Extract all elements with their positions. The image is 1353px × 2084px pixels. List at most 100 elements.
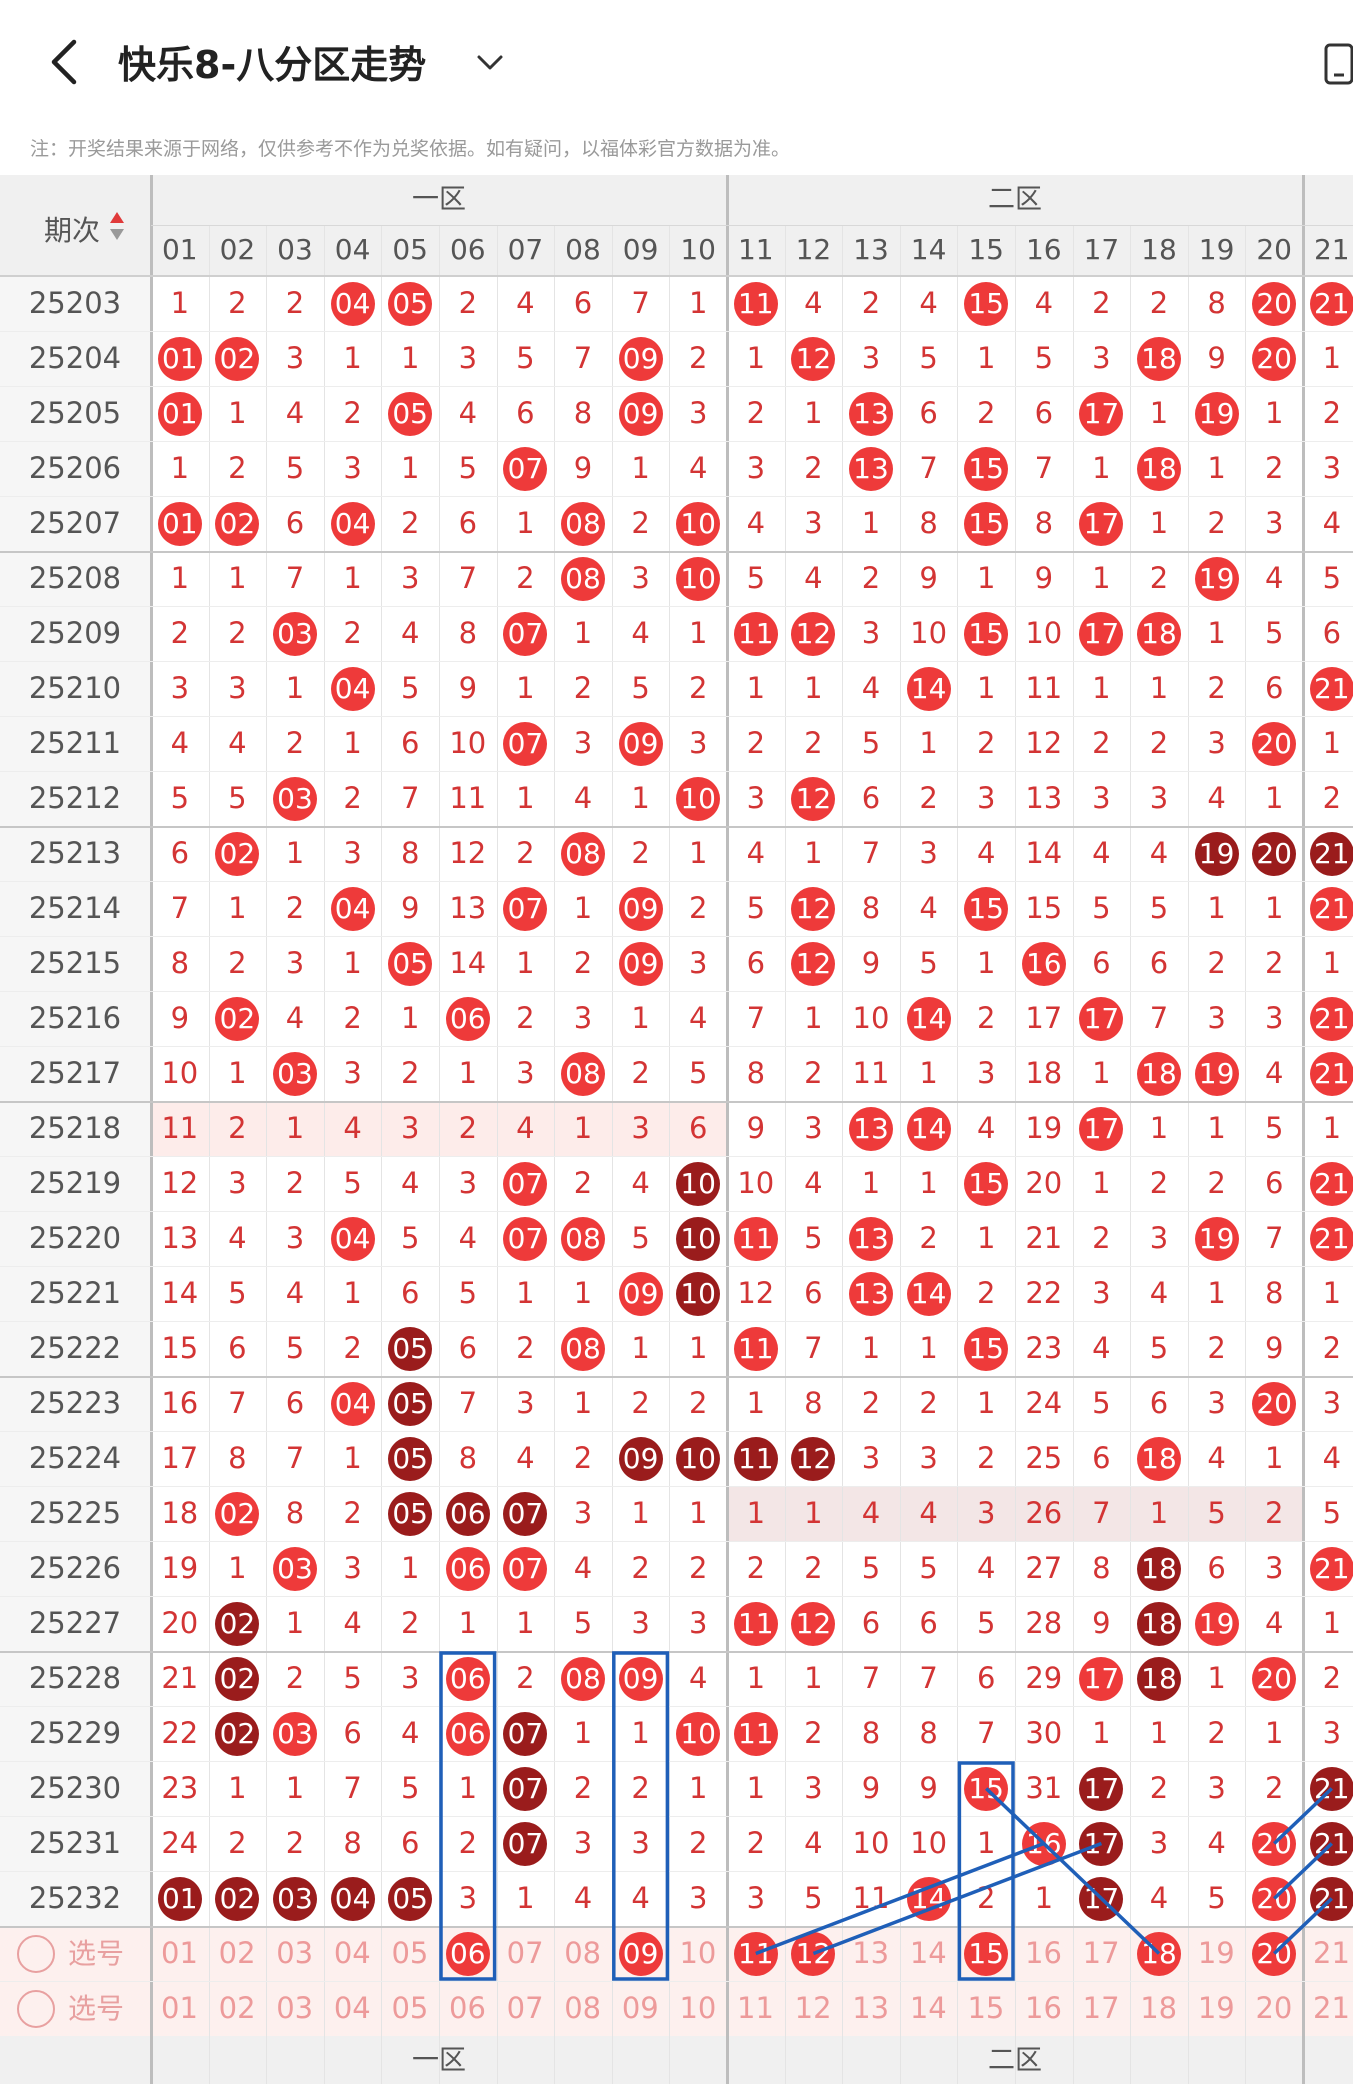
miss-count: 8 [458, 616, 478, 650]
selected-number-ball[interactable]: 15 [964, 1931, 1009, 1976]
selected-number-ball[interactable]: 06 [445, 1931, 490, 1976]
miss-count: 4 [1207, 1441, 1226, 1475]
miss-count: 1 [746, 341, 766, 375]
pick-row-checkbox[interactable] [17, 1934, 55, 1973]
pick-number[interactable]: 04 [324, 1926, 381, 1981]
miss-count: 3 [1207, 726, 1226, 760]
drawn-ball: 03 [273, 1711, 317, 1756]
pick-number[interactable]: 18 [1130, 1981, 1187, 2036]
miss-count: 3 [458, 1881, 478, 1915]
drawn-ball: 19 [1194, 391, 1239, 436]
miss-count: 1 [343, 1276, 362, 1310]
pick-number[interactable]: 08 [554, 1926, 611, 1981]
pick-number[interactable]: 13 [842, 1981, 899, 2036]
pick-number[interactable]: 16 [1015, 1981, 1072, 2036]
drawn-ball: 21 [1309, 886, 1353, 931]
pick-number[interactable]: 15 [957, 1981, 1014, 2036]
phone-icon[interactable] [1322, 42, 1353, 86]
miss-count: 1 [1322, 946, 1342, 980]
miss-count: 1 [1149, 396, 1169, 430]
pick-number[interactable]: 03 [266, 1926, 323, 1981]
miss-count: 4 [1207, 1826, 1226, 1860]
miss-count: 8 [228, 1441, 247, 1475]
pick-number[interactable]: 01 [151, 1926, 208, 1981]
miss-count: 2 [688, 1386, 708, 1420]
drawn-ball-repeat: 05 [388, 1381, 433, 1426]
drawn-ball: 01 [157, 391, 202, 436]
selected-number-ball[interactable]: 11 [733, 1931, 778, 1976]
miss-count: 6 [746, 946, 766, 980]
miss-count: 2 [1322, 781, 1342, 815]
miss-count: 2 [631, 1056, 650, 1090]
group-divider [0, 826, 1353, 828]
pick-number[interactable]: 07 [497, 1926, 554, 1981]
pick-number[interactable]: 10 [669, 1926, 726, 1981]
drawn-ball-repeat: 02 [215, 1601, 260, 1646]
miss-count: 2 [1207, 946, 1226, 980]
pick-number[interactable]: 05 [381, 1981, 438, 2036]
pick-number[interactable]: 17 [1073, 1926, 1130, 1981]
selected-number-ball[interactable]: 09 [618, 1931, 663, 1976]
selected-number-ball[interactable]: 18 [1137, 1931, 1181, 1976]
pick-number[interactable]: 12 [785, 1981, 842, 2036]
miss-count: 2 [573, 671, 593, 705]
pick-number[interactable]: 05 [381, 1926, 438, 1981]
chevron-down-icon[interactable] [472, 44, 508, 80]
pick-number[interactable]: 14 [900, 1926, 957, 1981]
miss-count: 4 [285, 1276, 305, 1310]
pick-number[interactable]: 10 [669, 1981, 726, 2036]
pick-number[interactable]: 01 [151, 1981, 208, 2036]
pick-number[interactable]: 08 [554, 1981, 611, 2036]
pick-number[interactable]: 09 [612, 1981, 669, 2036]
pick-number[interactable]: 21 [1303, 1981, 1353, 2036]
miss-count: 4 [919, 891, 938, 925]
miss-count: 7 [343, 1771, 362, 1805]
drawn-ball-repeat: 07 [503, 1766, 548, 1811]
miss-count: 3 [688, 396, 708, 430]
pick-number[interactable]: 14 [900, 1981, 957, 2036]
pick-number[interactable]: 07 [497, 1981, 554, 2036]
drawn-ball: 20 [1252, 1876, 1297, 1921]
back-arrow-icon[interactable] [42, 32, 88, 92]
drawn-ball: 08 [561, 1216, 605, 1261]
pick-number[interactable]: 19 [1188, 1926, 1245, 1981]
pick-number[interactable]: 17 [1073, 1981, 1130, 2036]
drawn-ball: 15 [964, 886, 1009, 931]
selected-number-ball[interactable]: 12 [791, 1931, 836, 1976]
pick-number[interactable]: 03 [266, 1981, 323, 2036]
issue-number: 25205 [28, 396, 122, 430]
miss-count: 4 [631, 1166, 650, 1200]
pick-number[interactable]: 02 [209, 1926, 266, 1981]
sort-icon[interactable] [109, 211, 125, 241]
miss-count: 1 [1149, 506, 1169, 540]
pick-number[interactable]: 21 [1303, 1926, 1353, 1981]
miss-count: 2 [400, 1056, 420, 1090]
pick-number[interactable]: 16 [1015, 1926, 1072, 1981]
pick-number[interactable]: 02 [209, 1981, 266, 2036]
pick-number[interactable]: 04 [324, 1981, 381, 2036]
miss-count: 1 [285, 1606, 305, 1640]
miss-count: 7 [1149, 1001, 1169, 1035]
miss-count: 6 [458, 1331, 478, 1365]
pick-number[interactable]: 19 [1188, 1981, 1245, 2036]
miss-count: 5 [688, 1056, 708, 1090]
pick-number[interactable]: 13 [842, 1926, 899, 1981]
issue-number: 25224 [28, 1441, 122, 1475]
trend-chart[interactable]: 一区 一区 二区 二区 期次 01 02 03 04 05 06 07 08 09 10 11 12 13 14 15… [0, 175, 1353, 2084]
pick-number[interactable]: 11 [727, 1981, 784, 2036]
miss-count: 23 [1025, 1331, 1063, 1365]
pick-number[interactable]: 06 [439, 1981, 496, 2036]
issue-header[interactable]: 期次 [44, 209, 100, 249]
pick-row-checkbox[interactable] [17, 1989, 55, 2028]
miss-count: 3 [919, 1441, 938, 1475]
pick-number[interactable]: 20 [1245, 1981, 1302, 2036]
miss-count: 12 [737, 1276, 775, 1310]
drawn-ball: 11 [733, 1711, 778, 1756]
grid-line [0, 606, 1353, 607]
miss-count: 1 [285, 1111, 305, 1145]
selected-number-ball[interactable]: 20 [1252, 1931, 1297, 1976]
column-number: 12 [795, 233, 832, 266]
miss-count: 1 [228, 1056, 247, 1090]
drawn-ball-repeat: 21 [1309, 1821, 1353, 1866]
grid-line [0, 1266, 1353, 1267]
